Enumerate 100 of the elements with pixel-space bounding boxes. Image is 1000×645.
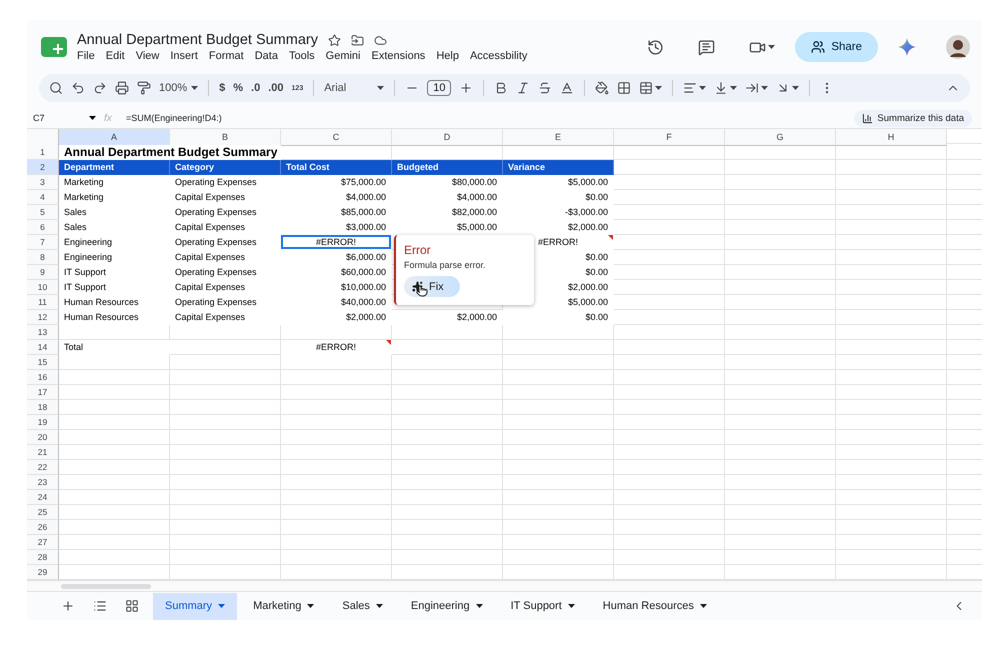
row-number[interactable]: 22 (27, 460, 59, 475)
menu-item[interactable]: Format (208, 50, 250, 62)
decrease-decimals-button[interactable]: .0 (251, 82, 260, 94)
row-number[interactable]: 9 (27, 265, 59, 280)
sheet-tab[interactable]: Engineering (398, 592, 495, 620)
bold-icon[interactable] (494, 81, 508, 95)
comment-icon[interactable] (698, 38, 716, 56)
zoom-dropdown[interactable]: 100% (159, 82, 198, 94)
menu-item[interactable]: Data (254, 50, 284, 62)
star-icon[interactable] (328, 34, 341, 46)
row-number[interactable]: 23 (27, 475, 59, 490)
folder-icon[interactable] (351, 34, 364, 46)
row-number[interactable]: 19 (27, 415, 59, 430)
row-number[interactable]: 1 (27, 145, 59, 160)
column-header[interactable]: B (170, 129, 281, 146)
row-number[interactable]: 13 (27, 325, 59, 340)
sheet-tab[interactable]: Human Resources (590, 592, 719, 620)
row-number[interactable]: 4 (27, 190, 59, 205)
share-button[interactable]: Share (795, 32, 878, 62)
menu-item[interactable]: Tools (288, 50, 321, 62)
print-icon[interactable] (115, 81, 129, 95)
caret-icon (89, 116, 96, 120)
font-dropdown[interactable]: Arial (324, 82, 384, 94)
row-number[interactable]: 29 (27, 565, 59, 580)
caret-icon (476, 604, 483, 608)
row-number[interactable]: 24 (27, 490, 59, 505)
strikethrough-icon[interactable] (538, 81, 552, 95)
menu-item[interactable]: Extensions (372, 50, 432, 62)
sheet-tab[interactable]: Sales (330, 592, 395, 620)
fix-button[interactable]: Fix (404, 276, 460, 297)
summarize-button[interactable]: Summarize this data (854, 110, 972, 126)
paint-format-icon[interactable] (137, 81, 151, 95)
row-number[interactable]: 25 (27, 505, 59, 520)
row-number[interactable]: 5 (27, 205, 59, 220)
formula-field[interactable]: =SUM(Engineering!D4:) (126, 113, 846, 123)
menu-item[interactable]: Help (436, 50, 465, 62)
menu-item[interactable]: View (136, 50, 166, 62)
column-header[interactable]: A (59, 129, 170, 146)
row-number[interactable]: 15 (27, 355, 59, 370)
sheet-layout-icon[interactable] (125, 599, 139, 613)
sheet-tab[interactable]: Summary (153, 592, 238, 620)
currency-button[interactable]: $ (219, 82, 226, 94)
fill-color-icon[interactable] (595, 81, 610, 95)
row-number[interactable]: 8 (27, 250, 59, 265)
column-header[interactable]: G (725, 129, 836, 146)
app-logo-icon[interactable] (41, 36, 67, 58)
percent-button[interactable]: % (233, 82, 244, 94)
increase-decimals-button[interactable]: .00 (268, 82, 284, 94)
align-button[interactable] (683, 81, 706, 95)
menu-item[interactable]: Gemini (326, 50, 366, 62)
row-number[interactable]: 6 (27, 220, 59, 235)
row-number[interactable]: 14 (27, 340, 59, 355)
column-header[interactable]: H (836, 129, 947, 146)
redo-icon[interactable] (93, 81, 107, 95)
document-title[interactable]: Annual Department Budget Summary (77, 32, 318, 48)
column-header[interactable]: F (614, 129, 725, 146)
add-sheet-icon[interactable] (61, 599, 75, 613)
column-header[interactable]: D (392, 129, 503, 146)
table-cell: $0.00 (503, 310, 614, 325)
row-number[interactable]: 3 (27, 175, 59, 190)
sparkle-icon[interactable] (898, 38, 916, 56)
plus-icon[interactable] (459, 81, 474, 95)
sheet-tab[interactable]: IT Support (498, 592, 587, 620)
row-number[interactable]: 7 (27, 235, 59, 250)
font-size-field[interactable]: 10 (427, 80, 452, 96)
name-box[interactable]: C7 (33, 113, 81, 123)
history-icon[interactable] (647, 38, 664, 56)
menu-item[interactable]: Insert (170, 50, 204, 62)
row-number[interactable]: 2 (27, 160, 59, 175)
caret-icon (700, 604, 707, 608)
undo-icon[interactable] (71, 81, 85, 95)
table-cell: Operating Expenses (170, 235, 281, 250)
cloud-icon[interactable] (374, 34, 387, 46)
row-number[interactable]: 27 (27, 535, 59, 550)
search-icon[interactable] (49, 81, 63, 95)
scrollbar-thumb[interactable] (61, 584, 151, 588)
menu-item[interactable]: Edit (106, 50, 131, 62)
row-number[interactable]: 20 (27, 430, 59, 445)
italic-icon[interactable] (516, 81, 530, 95)
text-wrap-button[interactable] (745, 81, 768, 95)
row-number[interactable]: 28 (27, 550, 59, 565)
row-number[interactable]: 21 (27, 445, 59, 460)
merge-cells-button[interactable] (639, 81, 662, 95)
menu-item[interactable]: Accessbility (470, 50, 534, 62)
row-number[interactable]: 26 (27, 520, 59, 535)
row-number[interactable]: 10 (27, 280, 59, 295)
row-number[interactable]: 12 (27, 310, 59, 325)
row-number[interactable]: 17 (27, 385, 59, 400)
column-header[interactable]: C (281, 129, 392, 146)
avatar[interactable] (946, 35, 970, 59)
text-color-icon[interactable] (560, 81, 574, 95)
borders-icon[interactable] (617, 81, 632, 95)
vertical-align-button[interactable] (714, 81, 738, 95)
column-heading: Budgeted (392, 160, 503, 175)
row-number[interactable]: 18 (27, 400, 59, 415)
row-number[interactable]: 11 (27, 295, 59, 310)
column-header[interactable]: E (503, 129, 614, 146)
menu-item[interactable]: File (77, 50, 101, 62)
row-number[interactable]: 16 (27, 370, 59, 385)
sheet-tab[interactable]: Marketing (241, 592, 326, 620)
